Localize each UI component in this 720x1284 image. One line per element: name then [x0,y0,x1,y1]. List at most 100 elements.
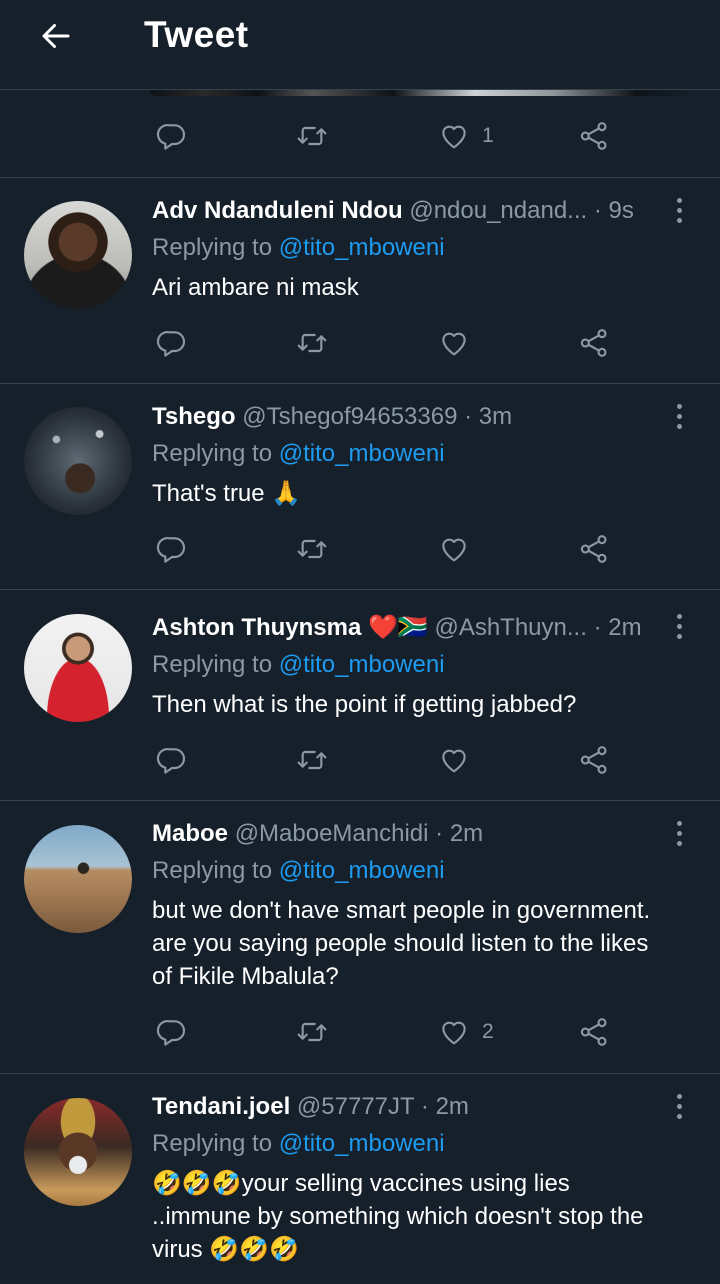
timestamp: · 3m [464,403,513,430]
back-button[interactable] [34,14,78,58]
reply-tweet[interactable]: Tendani.joel @57777JT · 2m Replying to @… [0,1074,720,1284]
share-button[interactable] [578,321,610,365]
reply-button[interactable] [156,114,188,158]
share-icon [578,327,610,359]
share-button[interactable] [578,114,610,158]
reply-icon [156,120,188,152]
reply-tweet[interactable]: Maboe @MaboeManchidi · 2m Replying to @t… [0,801,720,1073]
display-name[interactable]: Tendani.joel [152,1093,290,1120]
user-handle[interactable]: @MaboeManchidi [235,820,429,847]
heart-icon [438,327,470,359]
tweet-header: Adv Ndanduleni Ndou @ndou_ndand... · 9s [152,195,660,227]
tweet-text: 🤣🤣🤣your selling vaccines using lies ..im… [152,1170,644,1263]
retweet-button[interactable] [296,1010,328,1054]
more-options-button[interactable] [664,190,694,230]
mention-link[interactable]: @tito_mboweni [279,857,445,884]
tweet-header: Ashton Thuynsma ❤️🇿🇦 @AshThuyn... · 2m [152,612,660,644]
display-name[interactable]: Tshego [152,403,236,430]
mention-link[interactable]: @tito_mboweni [279,234,445,261]
share-icon [578,1016,610,1048]
avatar[interactable] [24,825,132,933]
user-handle[interactable]: @AshThuyn... [434,614,586,641]
tweet-text: That's true 🙏 [152,480,302,507]
timestamp: · 2m [593,614,642,641]
retweet-icon [296,327,328,359]
display-name[interactable]: Maboe [152,820,228,847]
more-options-button[interactable] [664,606,694,646]
mention-link[interactable]: @tito_mboweni [279,1130,445,1157]
more-options-button[interactable] [664,1086,694,1126]
tweet-text: but we don't have smart people in govern… [152,897,651,990]
retweet-button[interactable] [296,114,328,158]
like-count: 2 [482,1020,494,1043]
like-button[interactable] [438,527,470,571]
tweet-header: Maboe @MaboeManchidi · 2m [152,818,660,850]
timestamp: · 9s [593,197,634,224]
share-button[interactable] [578,1010,610,1054]
avatar[interactable] [24,407,132,515]
heart-icon [438,1016,470,1048]
share-button[interactable] [578,527,610,571]
avatar[interactable] [24,201,132,309]
arrow-left-icon [42,24,70,48]
reply-icon [156,327,188,359]
more-options-button[interactable] [664,396,694,436]
share-icon [578,120,610,152]
replying-to: Replying to @tito_mboweni [152,651,445,678]
like-button[interactable]: 2 [438,1010,494,1054]
like-button[interactable] [438,321,470,365]
retweet-icon [296,744,328,776]
tweet-actions [150,321,620,365]
top-app-bar: Tweet [0,0,720,90]
share-button[interactable] [578,738,610,782]
timestamp: · 2m [420,1093,469,1120]
heart-icon [438,744,470,776]
retweet-button[interactable] [296,527,328,571]
replying-to: Replying to @tito_mboweni [152,1130,445,1157]
retweet-button[interactable] [296,321,328,365]
retweet-icon [296,1016,328,1048]
replying-to: Replying to @tito_mboweni [152,857,445,884]
retweet-button[interactable] [296,738,328,782]
reply-tweet[interactable]: Tshego @Tshegof94653369 · 3m Replying to… [0,384,720,589]
tweet-header: Tendani.joel @57777JT · 2m [152,1091,660,1123]
like-button[interactable]: 1 [438,114,494,158]
share-icon [578,533,610,565]
avatar[interactable] [24,1098,132,1206]
reply-icon [156,744,188,776]
reply-button[interactable] [156,738,188,782]
tweet-actions [150,527,620,571]
more-options-button[interactable] [664,813,694,853]
reply-icon [156,1016,188,1048]
retweet-icon [296,533,328,565]
user-handle[interactable]: @Tshegof94653369 [242,403,457,430]
retweet-icon [296,120,328,152]
mention-link[interactable]: @tito_mboweni [279,440,445,467]
tweet-actions: 2 [150,1010,620,1054]
tweet-actions [150,738,620,782]
reply-button[interactable] [156,1010,188,1054]
reply-tweet[interactable]: Ashton Thuynsma ❤️🇿🇦 @AshThuyn... · 2m R… [0,590,720,800]
like-count: 1 [482,124,494,147]
reply-button[interactable] [156,321,188,365]
reply-tweet[interactable]: Adv Ndanduleni Ndou @ndou_ndand... · 9s … [0,178,720,383]
user-handle[interactable]: @ndou_ndand... [409,197,587,224]
reply-button[interactable] [156,527,188,571]
display-name[interactable]: Ashton Thuynsma ❤️🇿🇦 [152,614,428,641]
replying-to: Replying to @tito_mboweni [152,234,445,261]
tweet-text: Then what is the point if getting jabbed… [152,691,577,718]
tweet-header: Tshego @Tshegof94653369 · 3m [152,401,660,433]
share-icon [578,744,610,776]
like-button[interactable] [438,738,470,782]
user-handle[interactable]: @57777JT [297,1093,414,1120]
page-title: Tweet [144,14,249,55]
replying-to: Replying to @tito_mboweni [152,440,445,467]
display-name[interactable]: Adv Ndanduleni Ndou [152,197,403,224]
mention-link[interactable]: @tito_mboweni [279,651,445,678]
avatar[interactable] [24,614,132,722]
reply-icon [156,533,188,565]
heart-icon [438,533,470,565]
heart-icon [438,120,470,152]
main-tweet-actions: 1 [150,114,620,158]
tweet-text: Ari ambare ni mask [152,274,359,301]
